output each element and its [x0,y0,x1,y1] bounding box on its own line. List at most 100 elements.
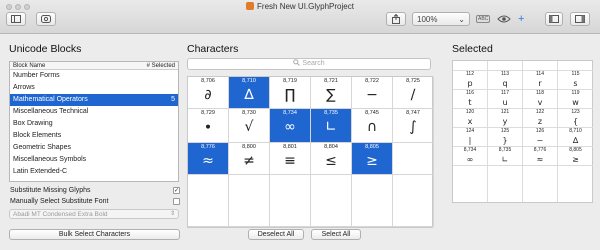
block-row-miscellaneous-technical[interactable]: Miscellaneous Technical [10,106,178,118]
selected-cell[interactable]: 8,805 ≥ [558,147,593,166]
block-name: Box Drawing [13,120,53,127]
char-cell[interactable] [311,175,352,227]
block-name: Miscellaneous Symbols [13,156,87,163]
char-cell[interactable]: 8,776 ≈ [188,143,229,175]
char-cell[interactable]: 8,734 ∞ [270,109,311,143]
selected-cell[interactable]: 8,734 ∞ [453,147,488,166]
selected-cell[interactable]: 125} [488,128,523,147]
block-row-miscellaneous-symbols[interactable]: Miscellaneous Symbols [10,154,178,166]
selected-cell[interactable] [453,61,488,71]
selected-cell[interactable]: 119 w [558,90,593,109]
selected-cell[interactable] [523,61,558,71]
selected-cell[interactable]: 124 | [453,128,488,147]
column-header-selected[interactable]: # Selected [147,62,175,69]
char-code: 8,805 [365,144,379,150]
right-panel-button[interactable] [570,12,590,26]
bulk-select-button[interactable]: Bulk Select Characters [9,229,180,240]
block-row-geometric-shapes[interactable]: Geometric Shapes [10,142,178,154]
selected-cell[interactable]: 114 r [523,71,558,90]
char-cell[interactable] [352,175,393,227]
file-icon [246,2,255,10]
search-input[interactable]: Search [187,58,431,70]
char-cell[interactable]: 8,735 ∟ [311,109,352,143]
column-header-block-name[interactable]: Block Name [13,62,45,69]
char-code: 118 [536,90,544,96]
selected-cell[interactable]: 112 p [453,71,488,90]
select-all-button[interactable]: Select All [311,229,361,240]
share-button[interactable] [386,12,406,26]
selected-cell[interactable]: 8,776 ≈ [523,147,558,166]
selected-cell[interactable]: 8,735 ∟ [488,147,523,166]
block-row-block-elements[interactable]: Block Elements [10,130,178,142]
char-glyph: ≤ [325,153,337,169]
char-cell[interactable]: 8,721 ∑ [311,77,352,109]
char-cell[interactable]: 8,801 ≡ [270,143,311,175]
char-code: 119 [571,90,580,96]
selected-cell[interactable] [488,61,523,71]
sidebar-toggle-icon [11,15,21,23]
selected-cell[interactable]: 126 ~ [523,128,558,147]
sidebar-toggle-button[interactable] [6,12,26,26]
char-cell[interactable]: 8,729 ∙ [188,109,229,143]
char-code: 8,735 [498,147,512,153]
manual-substitute-label: Manually Select Substitute Font [10,198,109,205]
char-glyph: ∟ [501,155,509,164]
block-row-arrows[interactable]: Arrows [10,82,178,94]
abc-toggle[interactable]: ABC [476,12,491,26]
left-panel-button[interactable] [545,12,563,26]
char-cell[interactable]: 8,706 ∂ [188,77,229,109]
selected-cell[interactable]: 118 v [523,90,558,109]
add-button[interactable]: + [518,12,524,26]
selected-cell[interactable]: 123 { [558,109,593,128]
char-cell[interactable]: 8,722 − [352,77,393,109]
selected-cell[interactable]: 8,710 ∆ [558,128,593,147]
char-glyph: v [537,98,543,107]
deselect-all-button[interactable]: Deselect All [248,229,304,240]
char-cell[interactable]: 8,719 ∏ [270,77,311,109]
substitute-missing-checkbox[interactable]: ✓ [173,187,180,194]
right-panel-icon [575,15,585,23]
char-cell[interactable] [393,143,434,175]
block-row-mathematical-operators[interactable]: Mathematical Operators 5 [10,94,178,106]
char-cell[interactable]: 8,745 ∩ [352,109,393,143]
char-cell[interactable]: 8,805 ≥ [352,143,393,175]
selected-cell[interactable]: 121 y [488,109,523,128]
char-cell[interactable]: 8,725 ∕ [393,77,434,109]
zoom-select[interactable]: 100% ⌄ [412,12,470,26]
char-cell[interactable]: 8,710 ∆ [229,77,270,109]
char-cell[interactable] [393,175,434,227]
char-cell[interactable]: 8,747 ∫ [393,109,434,143]
char-cell[interactable] [270,175,311,227]
selected-cell[interactable] [558,166,593,202]
block-row-latin-extended-c[interactable]: Latin Extended-C [10,166,178,178]
selected-cell[interactable]: 115 s [558,71,593,90]
block-row-number-forms[interactable]: Number Forms [10,70,178,82]
selected-cell[interactable]: 120 x [453,109,488,128]
char-cell[interactable]: 8,804 ≤ [311,143,352,175]
manual-substitute-checkbox[interactable] [173,198,180,205]
char-glyph: s [573,79,578,88]
preview-button[interactable] [36,12,56,26]
selected-cell[interactable]: 116 t [453,90,488,109]
selected-cell[interactable]: 113 q [488,71,523,90]
eye-toggle[interactable] [497,12,511,26]
selected-cell[interactable] [453,166,488,202]
char-code: 123 [571,109,580,115]
selected-cell[interactable] [523,166,558,202]
char-code: 8,805 [569,147,582,153]
char-cell[interactable] [188,175,229,227]
selected-cell[interactable]: 122 z [523,109,558,128]
substitute-font-popup[interactable]: Abadi MT Condensed Extra Bold ⇕ [9,209,179,219]
block-row-box-drawing[interactable]: Box Drawing [10,118,178,130]
char-glyph: ∆ [244,87,254,103]
char-glyph: w [572,98,579,107]
char-code: 8,722 [365,78,379,84]
char-cell[interactable] [229,175,270,227]
char-cell[interactable]: 8,730 √ [229,109,270,143]
char-cell[interactable]: 8,800 ≠ [229,143,270,175]
char-code: 124 [465,128,475,134]
selected-cell[interactable] [488,166,523,202]
unicode-blocks-table: Block Name # Selected Number Forms Arrow… [9,61,179,182]
selected-cell[interactable] [558,61,593,71]
selected-cell[interactable]: 117 u [488,90,523,109]
